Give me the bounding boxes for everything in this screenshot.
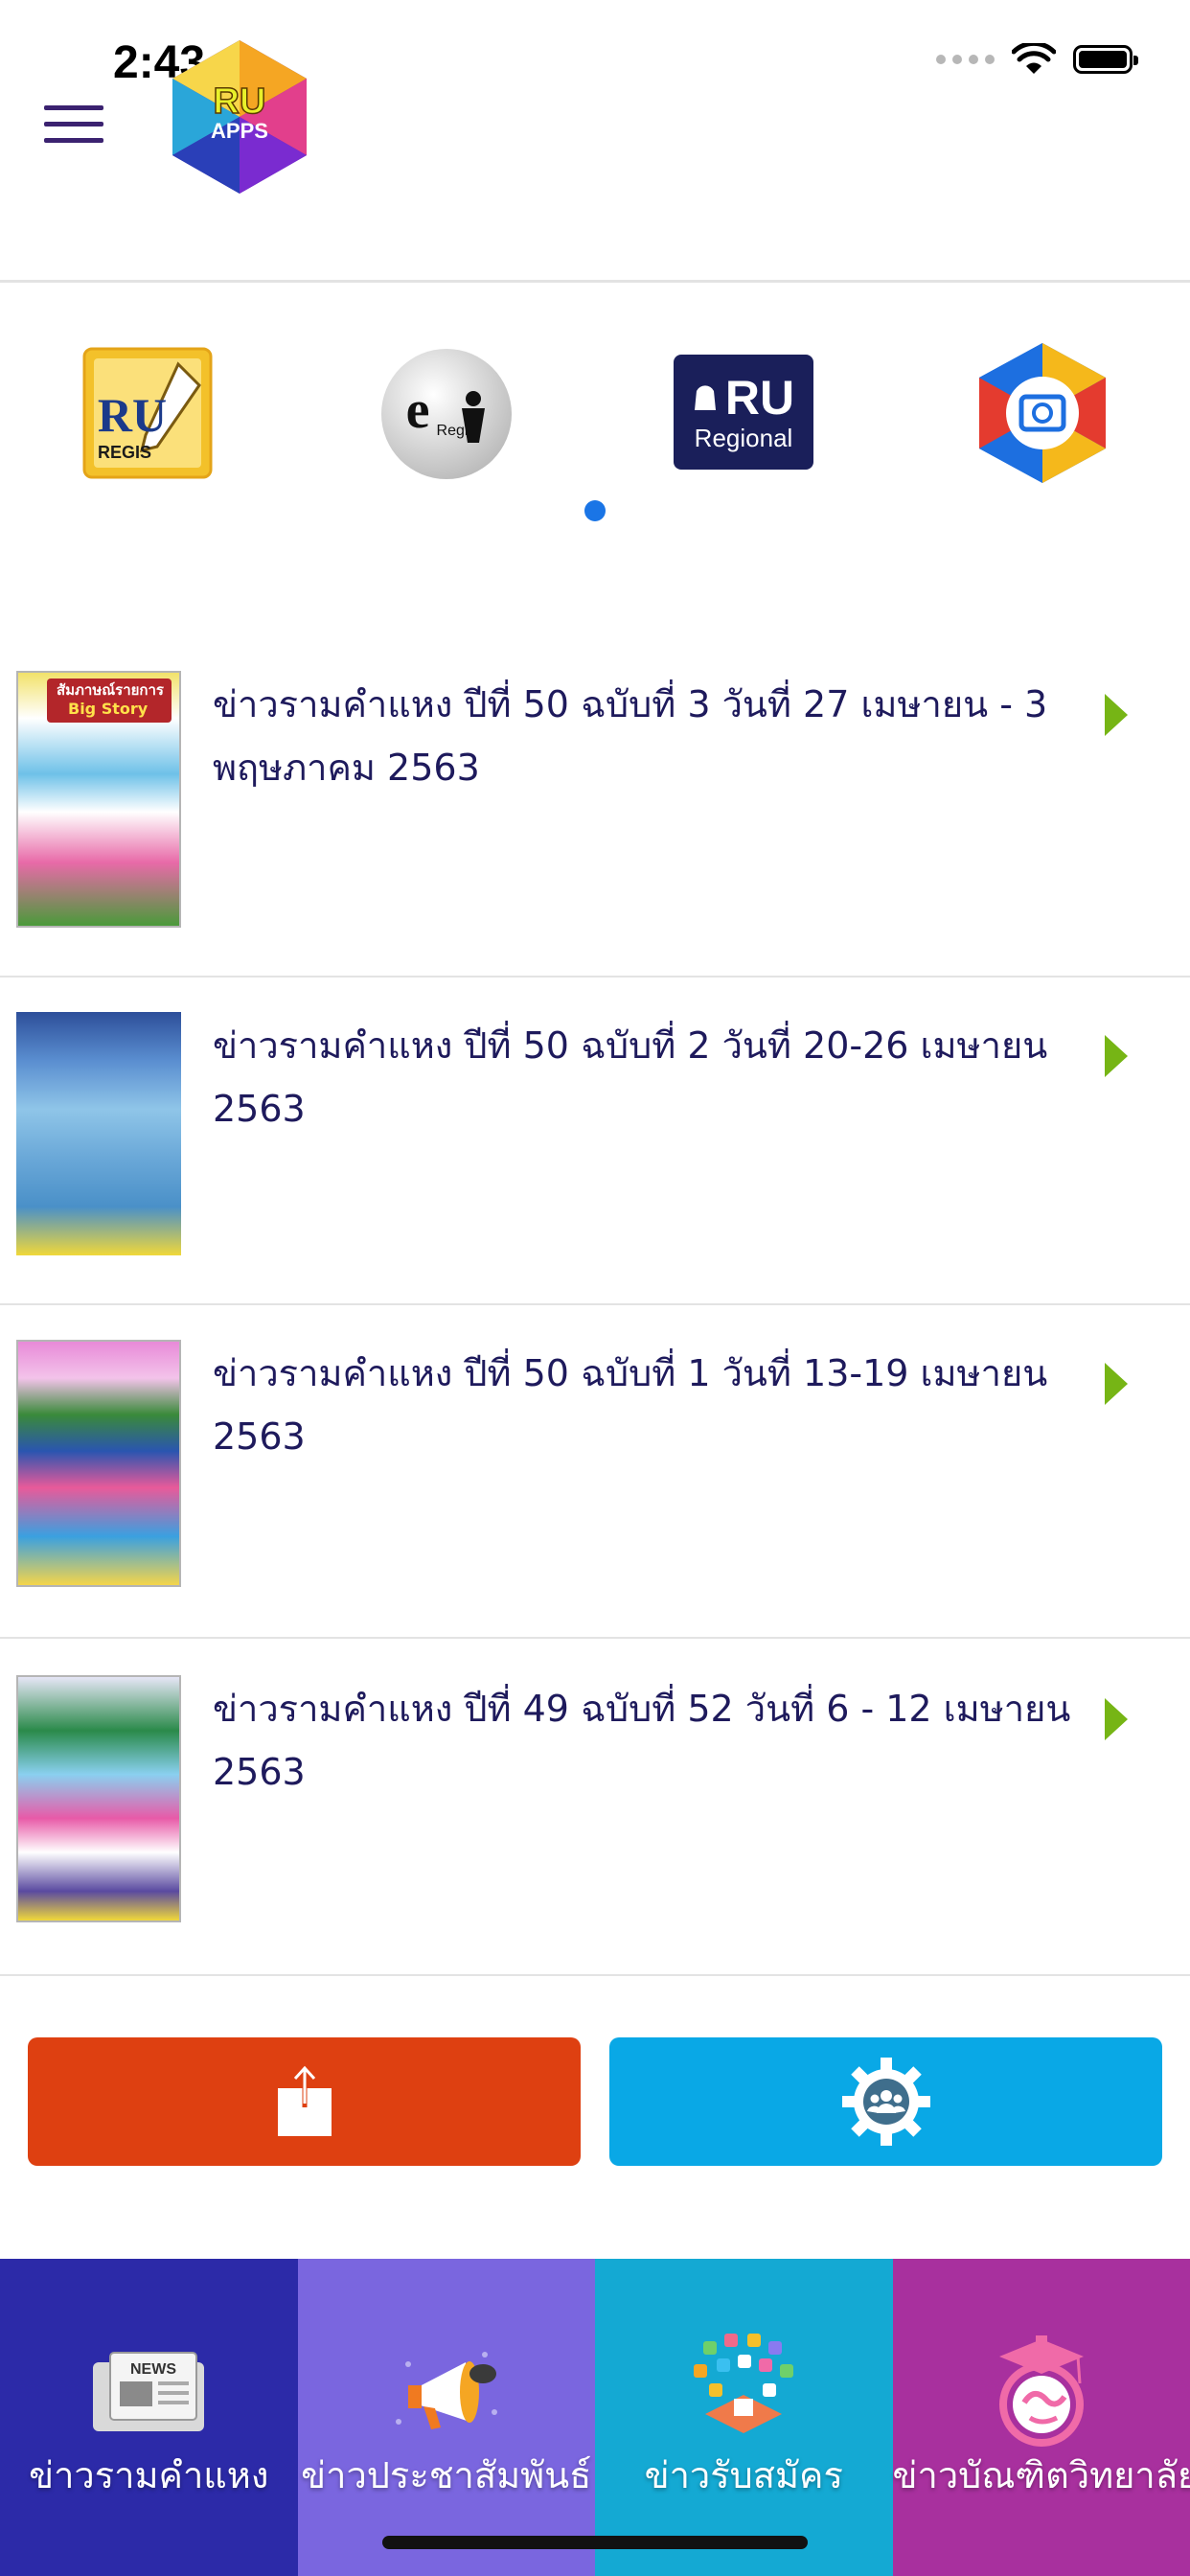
header-divider xyxy=(0,280,1190,283)
list-divider xyxy=(0,1974,1190,1976)
svg-text:NEWS: NEWS xyxy=(130,2361,176,2378)
news-list-item[interactable]: ข่าวรามคำแหง ปีที่ 49 ฉบับที่ 52 วันที่ … xyxy=(0,1658,1190,1974)
home-indicator xyxy=(382,2536,808,2549)
ru-camera-app-button[interactable] xyxy=(975,341,1110,489)
list-divider xyxy=(0,976,1190,978)
battery-icon xyxy=(1073,45,1138,74)
svg-text:Regional: Regional xyxy=(695,424,793,452)
tab-ramkhamhaeng-news[interactable]: NEWS ข่าวรามคำแหง xyxy=(0,2259,298,2576)
ru-regis-icon: RU REGIS xyxy=(82,347,213,479)
news-title: ข่าวรามคำแหง ปีที่ 49 ฉบับที่ 52 วันที่ … xyxy=(213,1688,1071,1793)
ru-apps-logo: RU APPS xyxy=(163,38,316,201)
tab-label: ข่าวบัณฑิตวิทยาลัย xyxy=(892,2454,1190,2496)
logo-text-ru: RU xyxy=(214,81,266,122)
news-thumbnail xyxy=(16,1340,181,1587)
news-title: ข่าวรามคำแหง ปีที่ 50 ฉบับที่ 3 วันที่ 2… xyxy=(213,683,1048,789)
status-icons xyxy=(936,43,1138,76)
news-thumbnail xyxy=(16,1012,181,1255)
gear-group-icon xyxy=(841,2058,930,2146)
news-list-item[interactable]: สัมภาษณ์รายการ Big Story ข่าวรามคำแหง ปี… xyxy=(0,661,1190,978)
apps-cloud-icon xyxy=(694,2334,794,2433)
news-list-item[interactable]: ข่าวรามคำแหง ปีที่ 50 ฉบับที่ 1 วันที่ 1… xyxy=(0,1322,1190,1629)
tab-label: ข่าวรับสมัคร xyxy=(644,2454,843,2496)
chevron-right-icon xyxy=(1105,1035,1128,1077)
news-thumbnail: สัมภาษณ์รายการ Big Story xyxy=(16,671,181,928)
tab-public-relations-news[interactable]: ข่าวประชาสัมพันธ์ xyxy=(297,2259,595,2576)
share-icon xyxy=(277,2065,332,2136)
chevron-right-icon xyxy=(1105,1698,1128,1740)
svg-text:RU: RU xyxy=(98,388,167,442)
news-thumbnail xyxy=(16,1675,181,1922)
tab-label: ข่าวรามคำแหง xyxy=(29,2454,269,2496)
hexagon-camera-icon xyxy=(979,343,1106,483)
cellular-signal-icon xyxy=(936,55,995,64)
logo-text-apps: APPS xyxy=(211,119,268,143)
news-title: ข่าวรามคำแหง ปีที่ 50 ฉบับที่ 1 วันที่ 1… xyxy=(213,1352,1048,1458)
e-regis-app-button[interactable]: e Regis xyxy=(379,347,514,485)
news-title: ข่าวรามคำแหง ปีที่ 50 ฉบับที่ 2 วันที่ 2… xyxy=(213,1024,1048,1130)
e-regis-icon: e Regis xyxy=(381,349,512,479)
wifi-icon xyxy=(1012,43,1056,74)
ru-regional-app-button[interactable]: RU Regional xyxy=(674,355,813,473)
ru-regis-app-button[interactable]: RU REGIS xyxy=(82,347,215,485)
menu-button[interactable] xyxy=(44,105,103,144)
svg-text:RU: RU xyxy=(725,371,794,425)
svg-text:REGIS: REGIS xyxy=(98,443,151,462)
news-list-item[interactable]: ข่าวรามคำแหง ปีที่ 50 ฉบับที่ 2 วันที่ 2… xyxy=(0,997,1190,1303)
list-divider xyxy=(0,1303,1190,1305)
ru-regional-icon: RU Regional xyxy=(674,355,813,470)
graduate-school-logo-icon xyxy=(998,2335,1084,2447)
share-button[interactable] xyxy=(28,2037,581,2166)
carousel-page-indicator[interactable] xyxy=(584,500,606,521)
tab-graduate-school-news[interactable]: ข่าวบัณฑิตวิทยาลัย xyxy=(892,2259,1190,2576)
tab-admissions-news[interactable]: ข่าวรับสมัคร xyxy=(595,2259,893,2576)
list-divider xyxy=(0,1637,1190,1639)
newspaper-icon: NEWS xyxy=(93,2352,205,2431)
tab-label: ข่าวประชาสัมพันธ์ xyxy=(301,2454,592,2496)
chevron-right-icon xyxy=(1105,1363,1128,1405)
bottom-navigation: NEWS ข่าวรามคำแหง ข่าวประชาสัมพันธ์ ข่าว… xyxy=(0,2259,1190,2576)
megaphone-icon xyxy=(395,2352,497,2429)
chevron-right-icon xyxy=(1105,694,1128,736)
svg-text:e: e xyxy=(406,380,430,440)
group-settings-button[interactable] xyxy=(609,2037,1162,2166)
